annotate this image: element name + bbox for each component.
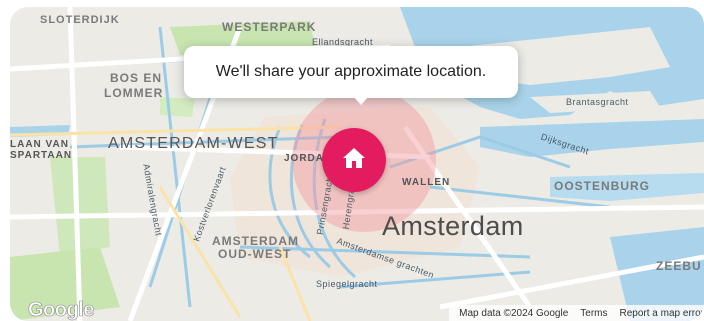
home-location-pin[interactable] <box>322 128 386 192</box>
area-label-laan-van: LAAN VAN <box>10 139 69 150</box>
home-icon <box>342 147 366 174</box>
area-label-amsterdam-oud-line1: AMSTERDAM <box>212 234 299 248</box>
tooltip-text: We'll share your approximate location. <box>215 63 487 80</box>
area-label-spartaan: SPARTAAN <box>10 150 73 161</box>
area-label-sloterdijk: SLOTERDIJK <box>40 14 120 26</box>
city-label-amsterdam: Amsterdam <box>382 211 524 241</box>
area-label-zeebu: ZEEBU <box>656 259 702 273</box>
area-label-amsterdam-oud-line2: OUD-WEST <box>218 247 292 261</box>
terms-link[interactable]: Terms <box>574 308 613 319</box>
area-label-oostenburg: OOSTENBURG <box>554 179 651 193</box>
area-label-lommer: LOMMER <box>104 86 164 100</box>
area-label-bos-en: BOS EN <box>110 71 163 85</box>
map-data-credit: Map data ©2024 Google <box>459 307 569 319</box>
map-attribution: Map data ©2024 Google Terms Report a map… <box>449 305 704 321</box>
approximate-location-tooltip: We'll share your approximate location. <box>184 46 518 98</box>
street-label-spiegelgracht: Spiegelgracht <box>316 279 378 289</box>
map-frame: SLOTERDIJK WESTERPARK Ellandsgracht BOS … <box>0 0 704 321</box>
report-map-error-link[interactable]: Report a map error <box>614 308 704 319</box>
google-logo[interactable]: Google <box>28 299 95 321</box>
tooltip-arrow <box>353 96 369 105</box>
area-label-wallen: WALLEN <box>402 177 451 188</box>
street-label-brantasgracht: Brantasgracht <box>566 97 629 107</box>
area-label-westerpark: WESTERPARK <box>222 20 317 34</box>
area-label-amsterdam-west: AMSTERDAM-WEST <box>108 135 279 152</box>
